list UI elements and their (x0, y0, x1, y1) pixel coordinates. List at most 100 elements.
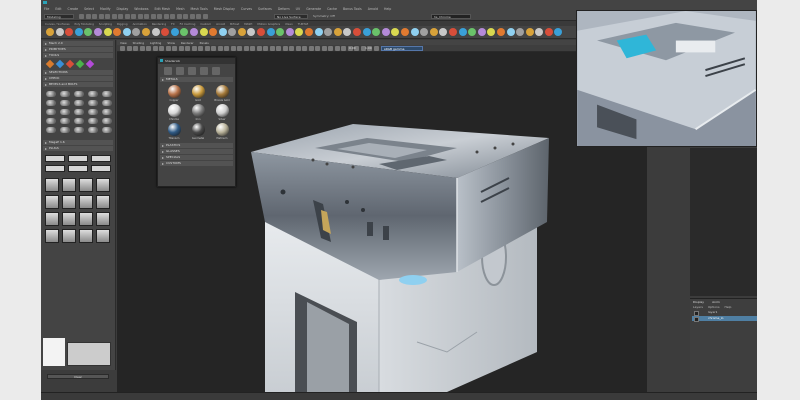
shelf-tab-fx[interactable]: FX (171, 22, 175, 26)
shelf-tool-icon[interactable] (103, 28, 112, 36)
shelf-tool-icon[interactable] (420, 28, 429, 36)
viewport-tool-icon[interactable] (295, 46, 301, 51)
color-space-dropdown[interactable]: sRGB gamma (381, 46, 423, 51)
viewport-tool-icon[interactable] (172, 46, 177, 51)
shelf-tool-icon[interactable] (65, 28, 74, 36)
plug-shape-icon[interactable] (45, 195, 59, 209)
plug-shape-icon[interactable] (96, 195, 110, 209)
menu-modify[interactable]: Modify (100, 7, 111, 11)
snap-surface-icon[interactable] (157, 14, 162, 19)
bolt-preset-icon[interactable] (102, 109, 112, 115)
section-selections[interactable]: SELECTIONS (43, 70, 113, 75)
viewport-tool-icon[interactable] (126, 46, 132, 51)
open-scene-icon[interactable] (85, 14, 91, 19)
shelf-tool-icon[interactable] (314, 28, 323, 36)
bolt-preset-icon[interactable] (46, 127, 56, 133)
snap-point-icon[interactable] (144, 14, 149, 19)
shelf-tab-mash[interactable]: MASH (244, 22, 252, 26)
bolt-preset-icon[interactable] (88, 109, 98, 115)
viewport-menu-panels[interactable]: Panels (200, 41, 209, 45)
viewport-tool-icon[interactable] (328, 46, 333, 51)
shelf-tool-icon[interactable] (362, 28, 371, 36)
bolt-preset-icon[interactable] (46, 91, 56, 97)
shelf-tool-icon[interactable] (525, 28, 534, 36)
shelf-tab-rigging[interactable]: Rigging (117, 22, 128, 26)
bolt-preset-icon[interactable] (74, 109, 84, 115)
viewport-tool-icon[interactable] (289, 46, 294, 51)
bolt-preset-icon[interactable] (102, 100, 112, 106)
shelf-tool-icon[interactable] (343, 28, 352, 36)
shelf-tool-icon[interactable] (410, 28, 419, 36)
viewport-tool-icon[interactable] (139, 46, 145, 51)
menu-cache[interactable]: Cache (327, 7, 337, 11)
viewport-tool-icon[interactable] (334, 46, 340, 51)
plug-stroke-icon[interactable] (68, 155, 88, 162)
shelf-tab-turtle[interactable]: TURTLE (298, 22, 309, 26)
material-swatch[interactable]: Platinum (211, 123, 233, 140)
bolt-preset-icon[interactable] (60, 118, 70, 124)
shelf-tool-icon[interactable] (122, 28, 131, 36)
menu-edit[interactable]: Edit (55, 7, 61, 11)
select-component-icon[interactable] (124, 14, 130, 19)
section-glasses[interactable]: GLASSES (160, 149, 233, 154)
red-tool-icon[interactable] (65, 59, 75, 69)
plug-stroke-icon[interactable] (91, 165, 111, 172)
shelf-tab-rendering[interactable]: Rendering (152, 22, 166, 26)
ipr-render-icon[interactable] (176, 14, 182, 19)
viewport-tool-icon[interactable] (237, 46, 242, 51)
redo-icon[interactable] (105, 14, 110, 19)
viewport-tool-icon[interactable] (282, 46, 288, 51)
material-window-title[interactable]: ShaderLib (158, 58, 235, 64)
shelf-tab-custom[interactable]: Custom (200, 22, 211, 26)
shelf-tool-icon[interactable] (305, 28, 314, 36)
snap-curve-icon[interactable] (137, 14, 143, 19)
plug-shape-icon[interactable] (79, 212, 93, 226)
name-input[interactable]: hs_Chrome (431, 14, 471, 19)
viewport-tool-icon[interactable] (315, 46, 320, 51)
shelf-tool-icon[interactable] (93, 28, 102, 36)
section-bevels-bolts[interactable]: BEVELS and BOLTS (43, 82, 113, 87)
viewport-tool-icon[interactable] (133, 46, 138, 51)
shelf-tool-icon[interactable] (391, 28, 400, 36)
layer-row[interactable]: layer1 (692, 310, 757, 316)
shelf-tool-icon[interactable] (439, 28, 448, 36)
viewport-menu-lighting[interactable]: Lighting (150, 41, 161, 45)
load-icon[interactable] (164, 67, 172, 75)
shelf-tool-icon[interactable] (199, 28, 208, 36)
shelf-tool-icon[interactable] (218, 28, 227, 36)
shelf-tool-icon[interactable] (266, 28, 275, 36)
menu-uv[interactable]: UV (296, 7, 301, 11)
plug-shape-icon[interactable] (45, 178, 59, 192)
tab-anim[interactable]: Anim (712, 300, 720, 304)
bolt-preset-icon[interactable] (46, 118, 56, 124)
clear-button[interactable]: Clear (47, 374, 109, 379)
viewport-tool-icon[interactable] (230, 46, 236, 51)
viewport-tool-icon[interactable] (217, 46, 223, 51)
shelf-tool-icon[interactable] (496, 28, 505, 36)
plug-stroke-icon[interactable] (45, 165, 65, 172)
history-icon[interactable] (163, 14, 169, 19)
plug-shape-icon[interactable] (96, 212, 110, 226)
bolt-preset-icon[interactable] (74, 127, 84, 133)
settings-icon[interactable] (212, 67, 220, 75)
shelf-tool-icon[interactable] (161, 28, 170, 36)
bolt-preset-icon[interactable] (102, 91, 112, 97)
menu-file[interactable]: File (44, 7, 49, 11)
viewport-tool-icon[interactable] (373, 46, 379, 51)
shelf-tab-animation[interactable]: Animation (133, 22, 147, 26)
material-swatch[interactable]: Gold (187, 85, 209, 102)
viewport-menu-shading[interactable]: Shading (133, 41, 144, 45)
shelf-tool-icon[interactable] (506, 28, 515, 36)
render-frame-icon[interactable] (170, 14, 175, 19)
bolt-preset-icon[interactable] (60, 109, 70, 115)
menu-help[interactable]: Help (384, 7, 391, 11)
layer-menu-layers[interactable]: Layers (693, 305, 703, 309)
shelf-tool-icon[interactable] (237, 28, 246, 36)
viewport-menu-show[interactable]: Show (167, 41, 175, 45)
shelf-tool-icon[interactable] (458, 28, 467, 36)
snap-plane-icon[interactable] (150, 14, 156, 19)
blue-tool-icon[interactable] (55, 59, 65, 69)
plug-shape-icon[interactable] (79, 178, 93, 192)
shelf-tool-icon[interactable] (285, 28, 294, 36)
shelf-tool-icon[interactable] (381, 28, 390, 36)
